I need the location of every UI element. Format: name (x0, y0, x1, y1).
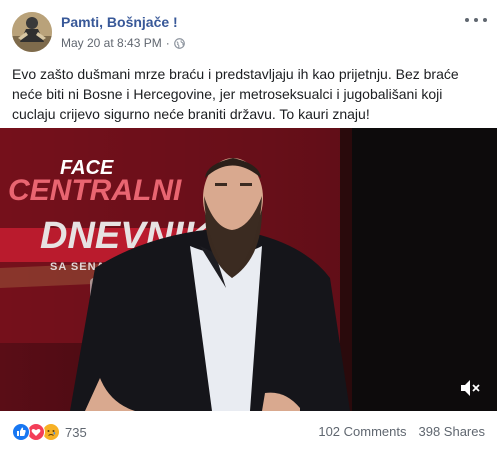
more-options-icon[interactable] (465, 12, 487, 28)
engagement-counts: 102 Comments 398 Shares (318, 424, 485, 439)
page-name-link[interactable]: Pamti, Bošnjače ! (61, 14, 178, 30)
post-meta: May 20 at 8:43 PM · (61, 36, 185, 50)
post-text: Evo zašto dušmani mrze braću i predstavl… (12, 66, 459, 122)
reactions-summary[interactable]: 735 (12, 423, 87, 441)
avatar[interactable] (12, 12, 52, 52)
reaction-count: 735 (65, 424, 87, 440)
like-icon (12, 423, 30, 441)
shares-count-link[interactable]: 398 Shares (419, 424, 486, 439)
comments-count-link[interactable]: 102 Comments (318, 424, 406, 439)
volume-muted-icon[interactable] (459, 378, 481, 398)
post-footer: 735 102 Comments 398 Shares (0, 412, 497, 450)
video-player[interactable]: FACE CENTRALNI DNEVNIK SA SENADOM H (0, 128, 497, 411)
post-header: Pamti, Bošnjače ! May 20 at 8:43 PM · (0, 0, 497, 56)
meta-separator: · (165, 36, 170, 50)
globe-icon (173, 37, 185, 49)
post-timestamp[interactable]: May 20 at 8:43 PM (61, 36, 162, 50)
banner-title: CENTRALNI (8, 174, 182, 207)
